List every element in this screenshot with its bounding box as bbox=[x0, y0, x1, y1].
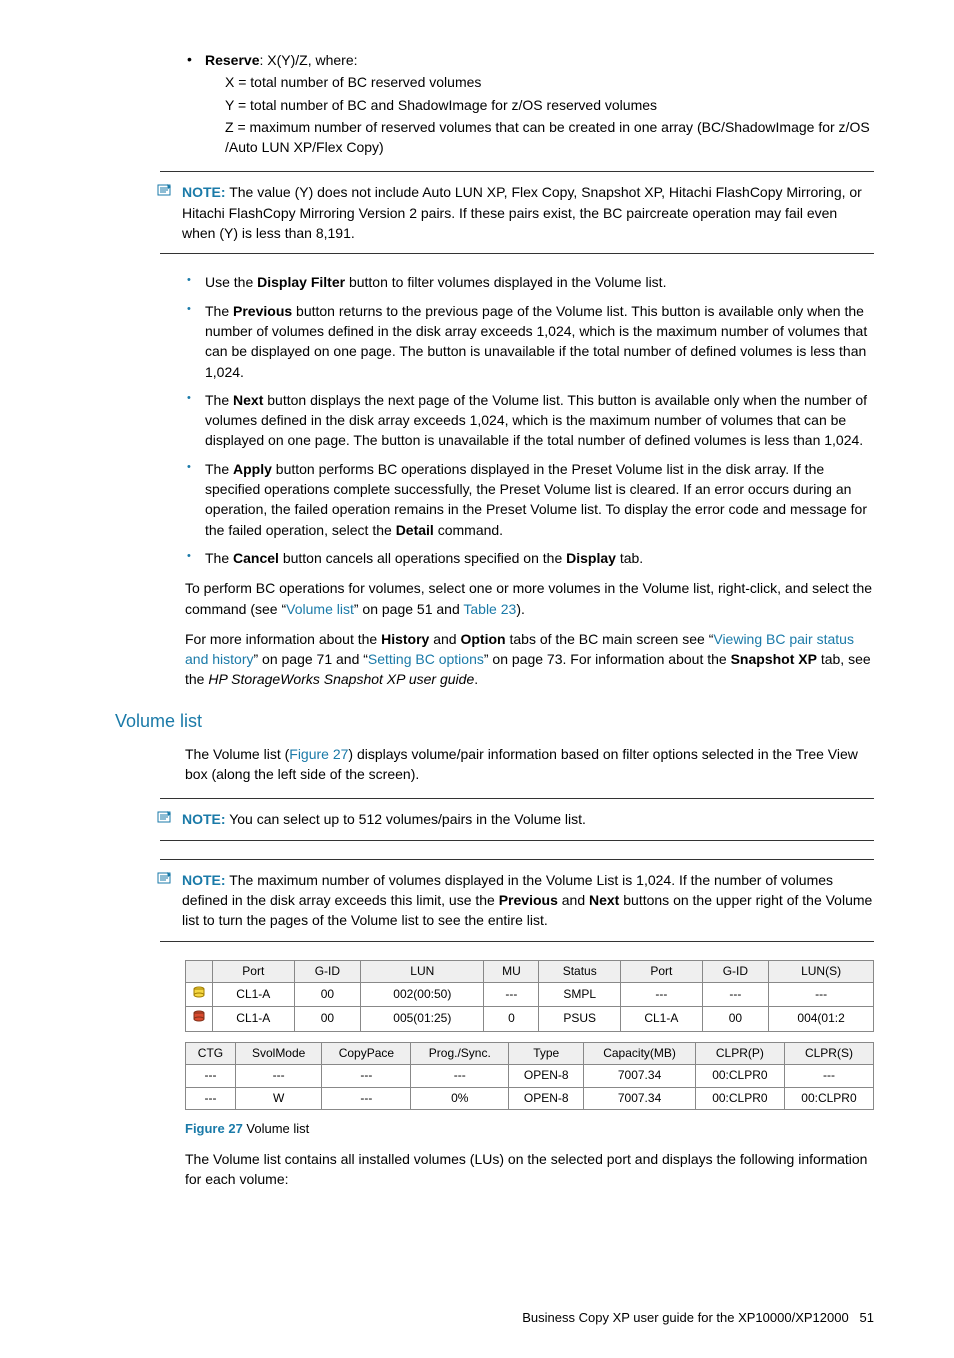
volume-table-1: Port G-ID LUN MU Status Port G-ID LUN(S)… bbox=[185, 960, 874, 1032]
bullet-apply: The Apply button performs BC operations … bbox=[185, 459, 874, 540]
reserve-line-y: Y = total number of BC and ShadowImage f… bbox=[225, 95, 874, 115]
volume-icon-red bbox=[186, 1007, 213, 1031]
note-label: NOTE: bbox=[182, 872, 226, 888]
page-footer: Business Copy XP user guide for the XP10… bbox=[80, 1309, 874, 1328]
link-setting-options[interactable]: Setting BC options bbox=[368, 651, 484, 667]
perform-ops-paragraph: To perform BC operations for volumes, se… bbox=[185, 578, 874, 619]
note-label: NOTE: bbox=[182, 811, 226, 827]
volume-list-figure: Port G-ID LUN MU Status Port G-ID LUN(S)… bbox=[185, 960, 874, 1110]
more-info-paragraph: For more information about the History a… bbox=[185, 629, 874, 690]
reserve-line-x: X = total number of BC reserved volumes bbox=[225, 72, 874, 92]
volume-list-intro: The Volume list (Figure 27) displays vol… bbox=[185, 744, 874, 785]
note-block-1: NOTE: The value (Y) does not include Aut… bbox=[160, 171, 874, 254]
note-icon bbox=[157, 182, 175, 196]
note-block-2: NOTE: You can select up to 512 volumes/p… bbox=[160, 798, 874, 840]
table-row: --- W --- 0% OPEN-8 7007.34 00:CLPR0 00:… bbox=[186, 1087, 874, 1109]
after-figure-paragraph: The Volume list contains all installed v… bbox=[185, 1149, 874, 1190]
reserve-bullet-list: Reserve: X(Y)/Z, where: X = total number… bbox=[185, 50, 874, 157]
reserve-heading: Reserve bbox=[205, 52, 260, 68]
bullet-next: The Next button displays the next page o… bbox=[185, 390, 874, 451]
reserve-suffix: : X(Y)/Z, where: bbox=[260, 52, 358, 68]
bullet-display-filter: Use the Display Filter button to filter … bbox=[185, 272, 874, 292]
table-row: CL1-A 00 002(00:50) --- SMPL --- --- --- bbox=[186, 982, 874, 1006]
footer-text: Business Copy XP user guide for the XP10… bbox=[522, 1310, 848, 1325]
link-volume-list[interactable]: Volume list bbox=[286, 601, 354, 617]
figure-title: Volume list bbox=[243, 1121, 309, 1136]
bullet-cancel: The Cancel button cancels all operations… bbox=[185, 548, 874, 568]
page-number: 51 bbox=[860, 1310, 874, 1325]
figure-caption: Figure 27 Volume list bbox=[185, 1120, 874, 1139]
link-figure-27[interactable]: Figure 27 bbox=[289, 746, 348, 762]
link-table-23[interactable]: Table 23 bbox=[463, 601, 516, 617]
table-row: --- --- --- --- OPEN-8 7007.34 00:CLPR0 … bbox=[186, 1065, 874, 1087]
bullet-previous: The Previous button returns to the previ… bbox=[185, 301, 874, 382]
figure-number: Figure 27 bbox=[185, 1121, 243, 1136]
volume-list-heading: Volume list bbox=[115, 708, 874, 734]
reserve-item: Reserve: X(Y)/Z, where: X = total number… bbox=[185, 50, 874, 157]
volume-table-2: CTG SvolMode CopyPace Prog./Sync. Type C… bbox=[185, 1042, 874, 1110]
note-text: The value (Y) does not include Auto LUN … bbox=[182, 184, 862, 241]
table-header-row: Port G-ID LUN MU Status Port G-ID LUN(S) bbox=[186, 960, 874, 982]
note-icon bbox=[157, 870, 175, 884]
table-header-row: CTG SvolMode CopyPace Prog./Sync. Type C… bbox=[186, 1042, 874, 1064]
table-row: CL1-A 00 005(01:25) 0 PSUS CL1-A 00 004(… bbox=[186, 1007, 874, 1031]
note-block-3: NOTE: The maximum number of volumes disp… bbox=[160, 859, 874, 942]
volume-icon-yellow bbox=[186, 982, 213, 1006]
note-icon bbox=[157, 809, 175, 823]
reserve-line-z: Z = maximum number of reserved volumes t… bbox=[225, 117, 874, 158]
note-label: NOTE: bbox=[182, 184, 226, 200]
main-bullet-list: Use the Display Filter button to filter … bbox=[185, 272, 874, 568]
note-text: You can select up to 512 volumes/pairs i… bbox=[226, 811, 586, 827]
